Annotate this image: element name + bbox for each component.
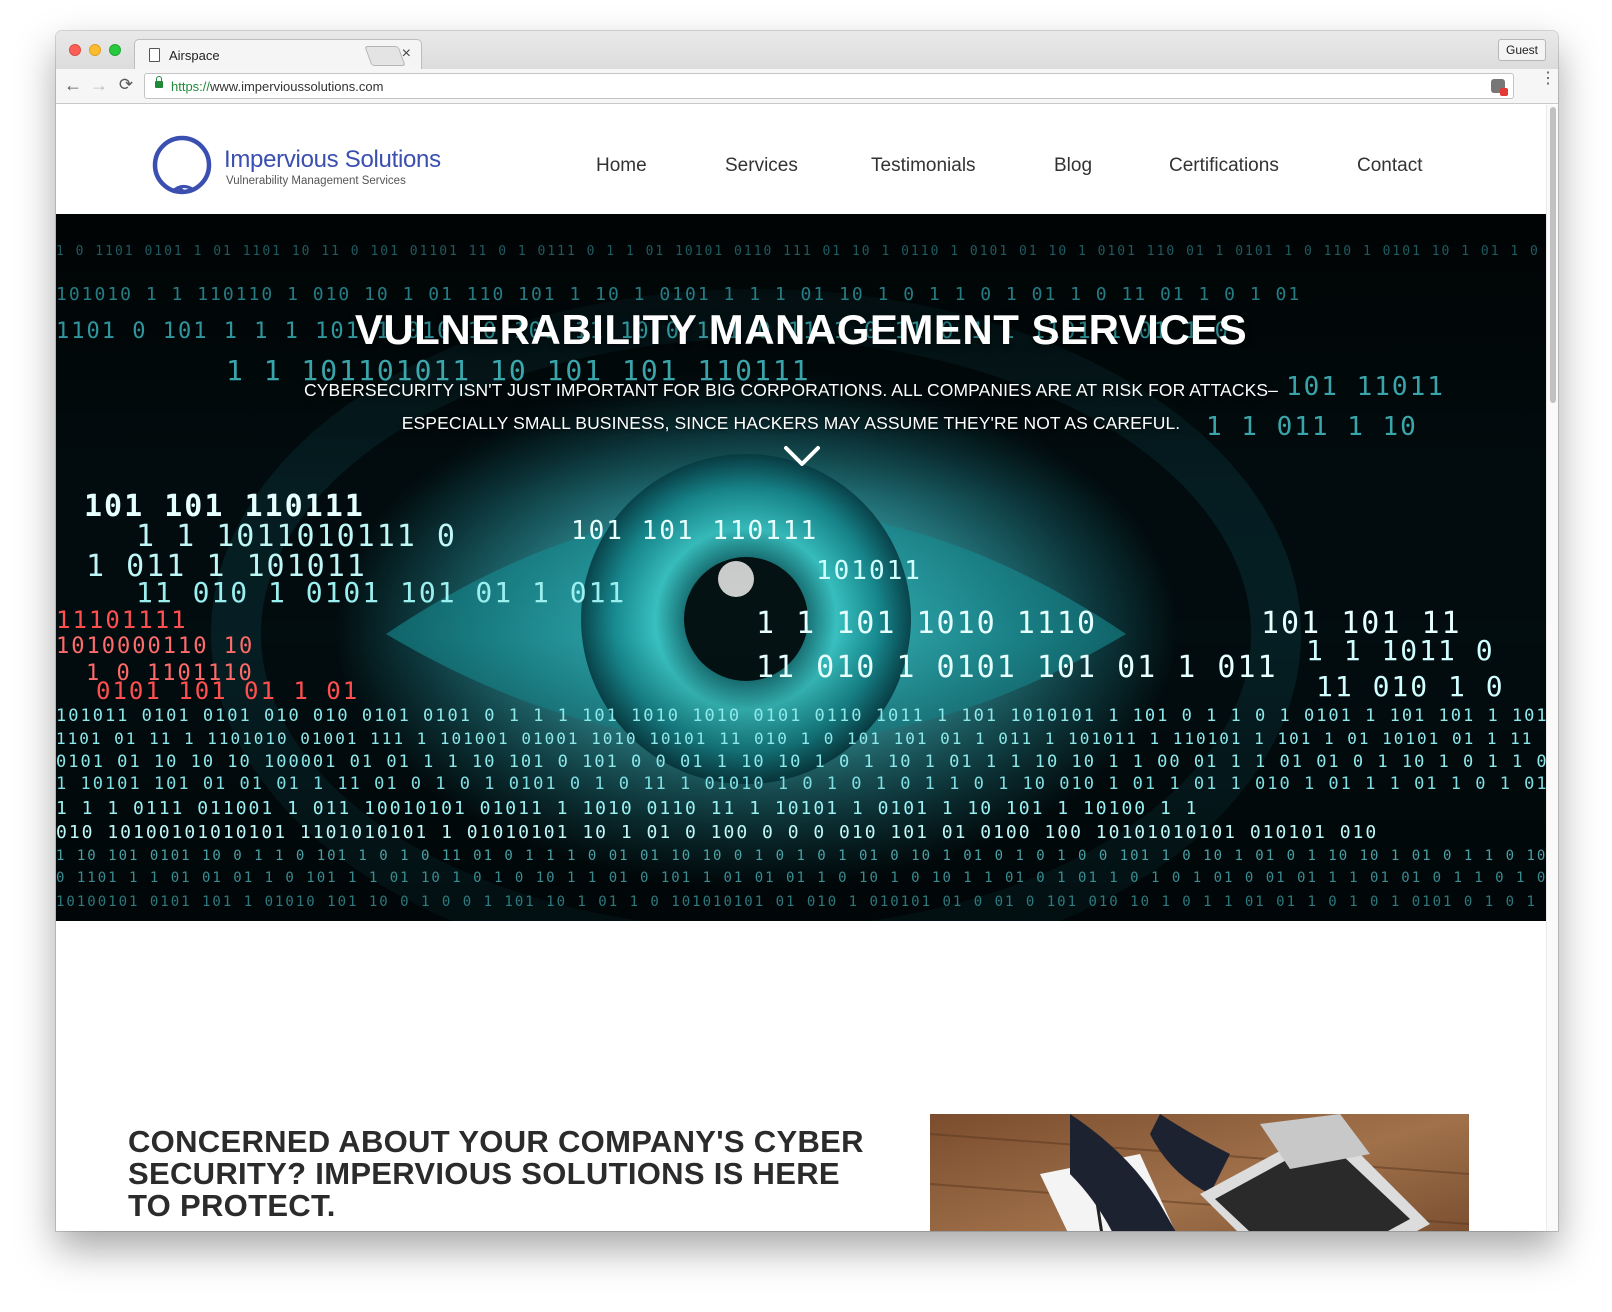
binary-text: 0 1101 1 1 01 01 01 1 0 101 1 1 01 10 1 … <box>56 870 1546 886</box>
binary-text: 1 1 101 1010 1110 <box>756 606 1098 641</box>
binary-text: 11 010 1 0101 101 01 1 011 <box>756 650 1278 685</box>
binary-text: 1 1 1 0111 011001 1 011 10010101 01011 1… <box>56 798 1199 819</box>
lock-icon <box>155 76 163 88</box>
url-text[interactable]: https://www.impervioussolutions.com <box>171 79 383 94</box>
hero-banner: 101 101 110111 1 1 1011010111 0 1 011 1 … <box>56 214 1546 921</box>
nav-services[interactable]: Services <box>725 155 798 177</box>
tab-bar: Airspace × Guest <box>56 31 1558 70</box>
brand-tagline: Vulnerability Management Services <box>226 175 406 187</box>
binary-text: 101 101 110111 <box>571 516 819 546</box>
brand-name[interactable]: Impervious Solutions <box>224 146 441 174</box>
laptop-photo <box>930 1114 1469 1231</box>
close-window-button[interactable] <box>69 44 81 56</box>
binary-text: 0101 01 10 10 10 100001 01 01 1 1 10 101… <box>56 752 1546 772</box>
binary-text: 11 010 1 0 <box>1316 670 1505 703</box>
binary-text: 101011 0101 0101 010 010 0101 0101 0 1 1… <box>56 706 1546 726</box>
binary-text: 010 10100101010101 1101010101 1 01010101… <box>56 822 1379 843</box>
scrollbar-thumb[interactable] <box>1550 107 1556 403</box>
hero-title: VULNERABILITY MANAGEMENT SERVICES <box>354 306 1248 353</box>
nav-home[interactable]: Home <box>596 155 647 177</box>
logo-icon[interactable] <box>150 134 214 198</box>
address-bar[interactable]: https://www.impervioussolutions.com <box>144 73 1514 99</box>
binary-text: 11101111 <box>56 606 188 634</box>
binary-text: 0101 101 01 1 01 <box>96 677 360 705</box>
binary-text: 1010000110 10 <box>56 634 255 659</box>
section-headline: CONCERNED ABOUT YOUR COMPANY'S CYBER SEC… <box>128 1124 864 1223</box>
binary-text: 101011 <box>816 556 922 586</box>
zoom-window-button[interactable] <box>109 44 121 56</box>
binary-text: 1 10101 101 01 01 01 1 11 01 0 1 0 1 010… <box>56 774 1546 794</box>
forward-button[interactable]: → <box>88 75 110 96</box>
chevron-down-icon[interactable] <box>782 442 822 470</box>
browser-window: Airspace × Guest ← → ⟳ https://www.imper… <box>56 31 1558 1231</box>
binary-text: 10100101 0101 101 1 01010 101 10 0 1 0 0… <box>56 894 1546 910</box>
binary-text: 1 10 101 0101 10 0 1 1 0 101 1 0 1 0 11 … <box>56 848 1546 864</box>
hero-subtitle: CYBERSECURITY ISN'T JUST IMPORTANT FOR B… <box>304 380 1278 433</box>
nav-testimonials[interactable]: Testimonials <box>871 155 976 177</box>
url-host: www.impervioussolutions.com <box>210 79 384 94</box>
binary-text: 101 11011 <box>1286 372 1445 402</box>
tab-title: Airspace <box>169 48 220 63</box>
browser-toolbar: ← → ⟳ https://www.impervioussolutions.co… <box>56 69 1558 104</box>
binary-text: 1 1 1011 0 <box>1306 634 1495 667</box>
new-tab-button[interactable] <box>364 46 406 66</box>
back-button[interactable]: ← <box>62 75 84 96</box>
profile-button[interactable]: Guest <box>1497 39 1546 61</box>
url-scheme: https:// <box>171 79 211 94</box>
binary-text: 11 010 1 0101 101 01 1 011 <box>136 576 627 609</box>
nav-certifications[interactable]: Certifications <box>1169 155 1279 177</box>
page-viewport: Impervious Solutions Vulnerability Manag… <box>56 105 1558 1231</box>
extension-icon[interactable] <box>1491 79 1508 96</box>
page-icon <box>149 48 160 62</box>
binary-text: 1101 01 11 1 1101010 01001 111 1 101001 … <box>56 729 1546 748</box>
nav-blog[interactable]: Blog <box>1054 155 1092 177</box>
browser-menu-button[interactable]: ⋮ <box>1540 71 1556 87</box>
nav-contact[interactable]: Contact <box>1357 155 1422 177</box>
binary-text: 101010 1 1 110110 1 010 10 1 01 110 101 … <box>56 284 1302 305</box>
reload-button[interactable]: ⟳ <box>115 75 137 95</box>
binary-text: 1 0 1101 0101 1 01 1101 10 11 0 101 0110… <box>56 244 1546 259</box>
page-scrollbar[interactable] <box>1546 105 1558 1231</box>
site-header: Impervious Solutions Vulnerability Manag… <box>56 105 1546 214</box>
minimize-window-button[interactable] <box>89 44 101 56</box>
